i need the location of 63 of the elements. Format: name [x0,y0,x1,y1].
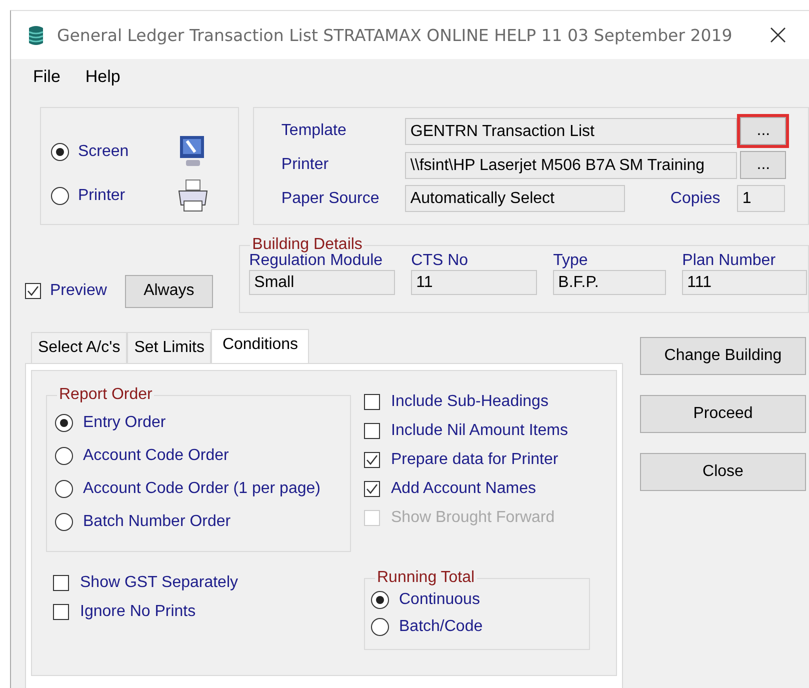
radio-button[interactable] [55,480,73,498]
building-field: Small [249,270,396,295]
checkbox[interactable] [364,394,380,410]
window-title: General Ledger Transaction List STRATAMAX ONLINE HELP 11 03 September 2019 [57,26,732,44]
checkbox[interactable] [25,283,41,299]
radio-button[interactable] [371,618,389,636]
field-label: Template [281,122,348,140]
group-title: Building Details [250,236,364,254]
group-title: Running Total [375,569,477,587]
checkbox[interactable] [364,480,380,496]
radio-label[interactable]: Continuous [399,591,480,609]
radio-label[interactable]: Account Code Order [83,446,229,464]
checkbox[interactable] [364,422,380,438]
field-label: Copies [670,190,722,208]
radio-button[interactable] [371,591,389,609]
checkbox-label[interactable]: Include Nil Amount Items [391,422,568,440]
checkbox-label[interactable]: Show GST Separately [80,574,238,592]
action-button[interactable]: Change Building [640,337,806,375]
building-field: B.F.P. [553,270,666,295]
radio-label[interactable]: Screen [78,143,168,161]
field-label: CTS No [411,252,470,270]
paper-source-field[interactable]: Automatically Select [405,185,626,212]
app-icon [28,24,44,46]
radio-button[interactable] [55,446,73,464]
always-button[interactable]: Always [124,274,213,308]
radio-button[interactable] [55,414,73,432]
radio-button[interactable] [51,187,69,205]
tab[interactable]: Conditions [211,329,310,363]
action-button[interactable]: Proceed [640,395,806,433]
radio-button[interactable] [51,143,69,161]
checkbox-label[interactable]: Ignore No Prints [80,602,196,620]
close-icon[interactable] [770,27,786,43]
monitor-icon [177,135,207,169]
field-label: Regulation Module [249,252,384,270]
radio-label[interactable]: Entry Order [83,414,166,432]
radio-label[interactable]: Printer [78,187,168,205]
checkbox-label[interactable]: Preview [50,282,107,300]
checkbox-label[interactable]: Include Sub-Headings [391,392,548,410]
radio-button[interactable] [55,512,73,530]
browse-button[interactable]: ... [740,117,786,145]
group-title: Report Order [57,386,154,404]
action-button[interactable]: Close [640,453,806,491]
field-label: Plan Number [682,252,777,270]
field-label: Type [553,252,589,270]
checkbox[interactable] [53,604,69,620]
menu-item[interactable]: Help [85,67,120,87]
radio-label[interactable]: Batch Number Order [83,512,231,530]
printer-field[interactable]: \\fsint\HP Laserjet M506 B7A SM Training [405,152,738,178]
browse-button[interactable]: ... [740,151,786,179]
building-field: 11 [411,270,538,295]
printer-icon [177,179,209,213]
checkbox[interactable] [53,574,69,590]
radio-label[interactable]: Batch/Code [399,618,483,636]
checkbox-label[interactable]: Prepare data for Printer [391,450,558,468]
checkbox-label[interactable]: Add Account Names [391,480,536,498]
building-field: 111 [682,270,808,295]
checkbox[interactable] [364,452,380,468]
field-label: Paper Source [281,190,380,208]
menu-item[interactable]: File [33,67,60,87]
radio-label[interactable]: Account Code Order (1 per page) [83,480,320,498]
copies-field[interactable]: 1 [737,185,786,212]
field-label: Printer [281,156,330,174]
template-field[interactable]: GENTRN Transaction List [405,118,738,144]
